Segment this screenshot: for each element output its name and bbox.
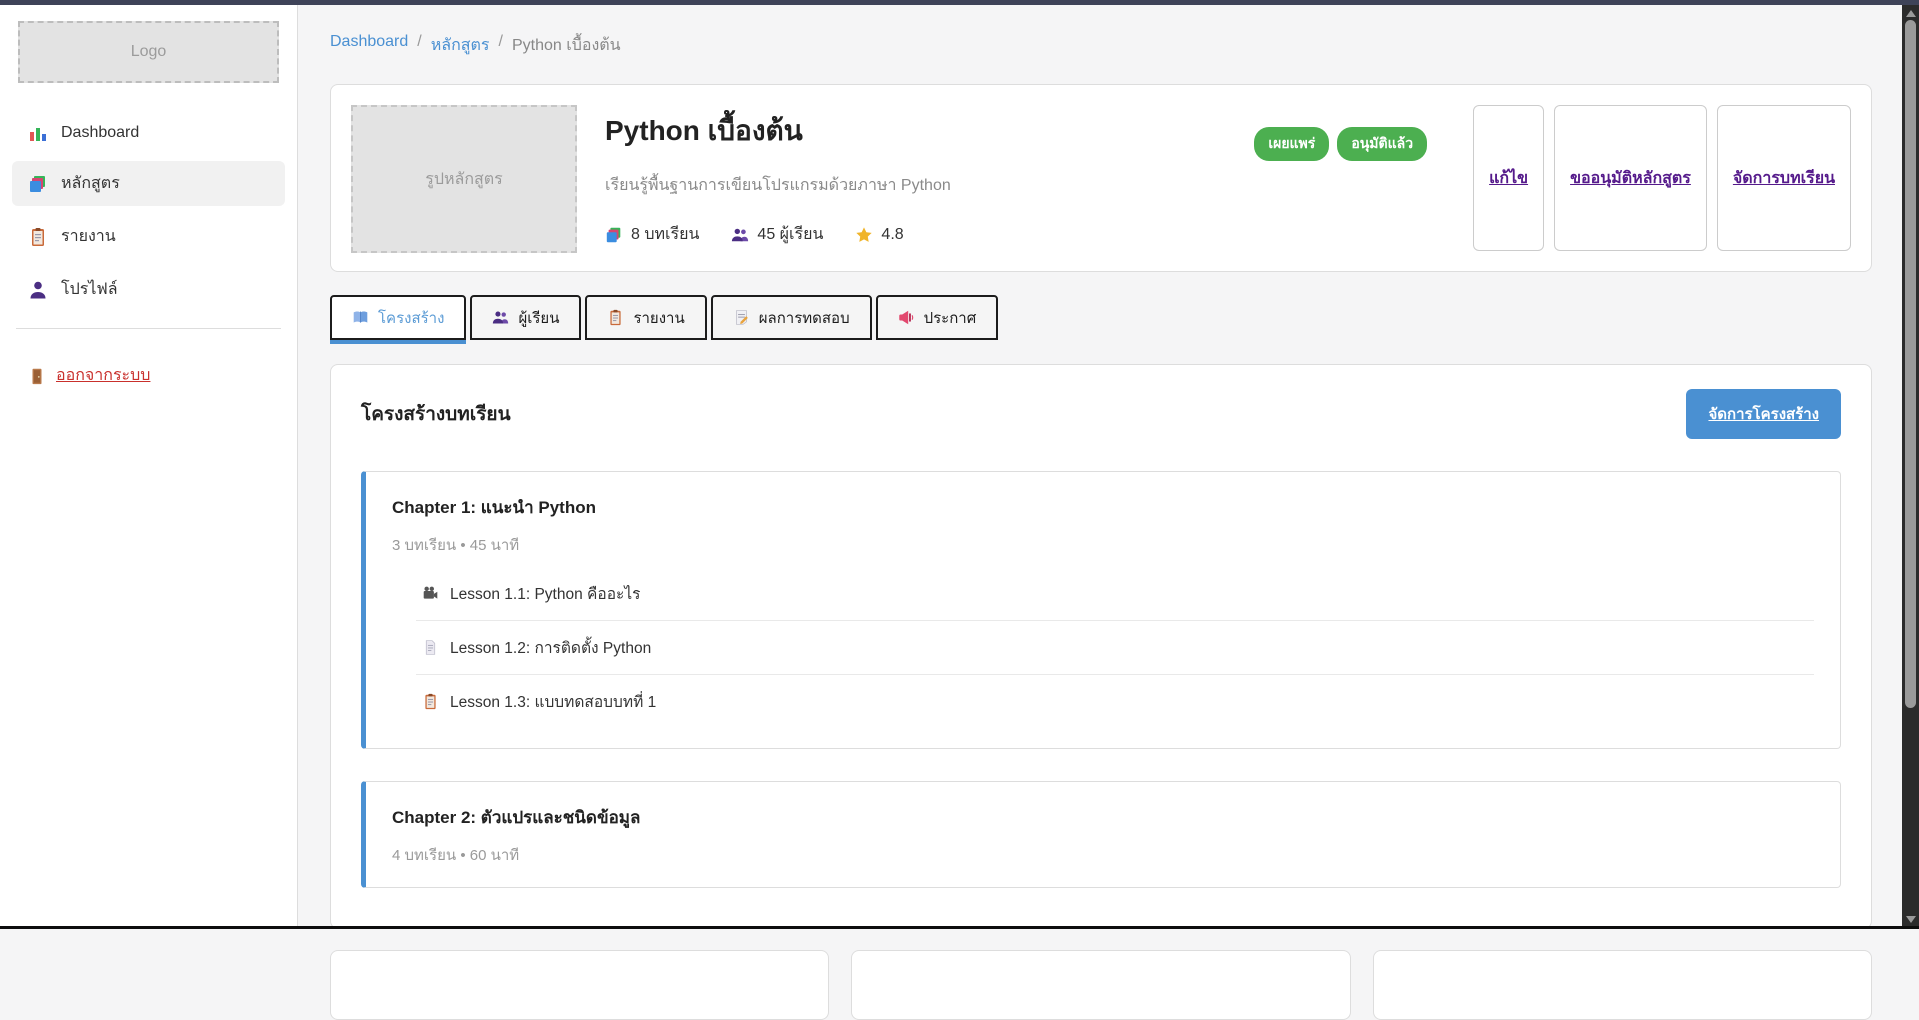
bottom-card: [330, 950, 829, 1020]
tab-test-results[interactable]: ผลการทดสอบ: [711, 295, 872, 340]
video-icon: [422, 585, 439, 602]
door-icon: [28, 367, 46, 385]
course-stat-rating: 4.8: [855, 226, 903, 244]
sidebar-item-dashboard[interactable]: Dashboard: [12, 113, 285, 153]
course-info: Python เบื้องต้น เรียนรู้พื้นฐานการเขียน…: [605, 105, 1226, 251]
sidebar-item-label: โปรไฟล์: [61, 277, 118, 302]
tab-reports[interactable]: รายงาน: [585, 295, 706, 340]
lesson-list: Lesson 1.1: Python คืออะไร Lesson 1.2: กา…: [416, 567, 1814, 728]
memo-icon: [733, 309, 750, 326]
breadcrumb-current: Python เบื้องต้น: [512, 33, 621, 58]
bottom-card-row: [330, 950, 1872, 1020]
action-box-request-approval: ขออนุมัติหลักสูตร: [1554, 105, 1707, 251]
logo-label: Logo: [131, 43, 167, 61]
lesson-title: Lesson 1.1: Python คืออะไร: [450, 581, 640, 606]
person-icon: [28, 280, 48, 300]
page-icon: [422, 639, 439, 656]
breadcrumb-separator: /: [499, 33, 503, 58]
manage-lessons-link[interactable]: จัดการบทเรียน: [1733, 166, 1835, 191]
chapter-list: Chapter 1: แนะนำ Python 3 บทเรียน • 45 นา…: [361, 471, 1841, 888]
clipboard-icon: [28, 227, 48, 247]
sidebar-item-reports[interactable]: รายงาน: [12, 214, 285, 259]
logo: Logo: [18, 21, 279, 83]
sidebar-item-profile[interactable]: โปรไฟล์: [12, 267, 285, 312]
course-tabs: โครงสร้าง ผู้เรียน รายงาน ผลการทดสอบ ประกาศ: [330, 295, 1872, 340]
star-icon: [855, 226, 873, 244]
request-approval-link[interactable]: ขออนุมัติหลักสูตร: [1570, 166, 1691, 191]
tab-label: ผู้เรียน: [518, 306, 559, 330]
chapter-meta: 4 บทเรียน • 60 นาที: [392, 843, 1814, 867]
scroll-down-arrow-icon[interactable]: [1906, 916, 1916, 923]
tab-label: ประกาศ: [924, 306, 977, 330]
sidebar-item-label: หลักสูตร: [61, 171, 120, 196]
status-badge-published: เผยแพร่: [1254, 127, 1329, 161]
course-stat-students: 45 ผู้เรียน: [731, 222, 823, 247]
tab-label: ผลการทดสอบ: [759, 306, 850, 330]
course-header-card: รูปหลักสูตร Python เบื้องต้น เรียนรู้พื้…: [330, 84, 1872, 272]
sidebar-divider: [16, 328, 281, 329]
chapter-title: Chapter 2: ตัวแปรและชนิดข้อมูล: [392, 804, 1814, 831]
manage-structure-button[interactable]: จัดการโครงสร้าง: [1686, 389, 1841, 439]
course-image-placeholder: รูปหลักสูตร: [351, 105, 577, 253]
lesson-title: Lesson 1.2: การติดตั้ง Python: [450, 635, 651, 660]
sidebar-item-label: Dashboard: [61, 124, 139, 142]
action-box-edit: แก้ไข: [1473, 105, 1544, 251]
course-title: Python เบื้องต้น: [605, 109, 1226, 153]
course-action-boxes: แก้ไข ขออนุมัติหลักสูตร จัดการบทเรียน: [1473, 105, 1851, 251]
chapter-meta: 3 บทเรียน • 45 นาที: [392, 533, 1814, 557]
app-layout: Logo Dashboardหลักสูตรรายงานโปรไฟล์ ออกจ…: [0, 5, 1919, 929]
books-icon: [605, 226, 623, 244]
bottom-card: [851, 950, 1350, 1020]
bottom-card: [1373, 950, 1872, 1020]
tab-structure[interactable]: โครงสร้าง: [330, 295, 466, 340]
course-image-label: รูปหลักสูตร: [425, 167, 503, 192]
books-icon: [28, 174, 48, 194]
breadcrumb-link[interactable]: หลักสูตร: [431, 33, 490, 58]
users-icon: [492, 309, 509, 326]
chapter-card: Chapter 2: ตัวแปรและชนิดข้อมูล 4 บทเรียน …: [361, 781, 1841, 888]
open-book-icon: [352, 309, 369, 326]
course-stat-lessons: 8 บทเรียน: [605, 222, 699, 247]
sidebar-nav: Dashboard หลักสูตรรายงานโปรไฟล์: [0, 113, 297, 312]
sidebar-item-courses[interactable]: หลักสูตร: [12, 161, 285, 206]
course-stats: 8 บทเรียน 45 ผู้เรียน 4.8: [605, 222, 1226, 247]
stat-label: 8 บทเรียน: [631, 222, 699, 247]
scrollbar-thumb[interactable]: [1905, 20, 1916, 708]
megaphone-icon: [898, 309, 915, 326]
bar-chart-icon: [28, 123, 48, 143]
action-box-manage-lessons: จัดการบทเรียน: [1717, 105, 1851, 251]
edit-link[interactable]: แก้ไข: [1489, 166, 1528, 191]
sidebar-item-label: รายงาน: [61, 224, 116, 249]
users-icon: [731, 226, 749, 244]
tab-students[interactable]: ผู้เรียน: [470, 295, 581, 340]
structure-header: โครงสร้างบทเรียน จัดการโครงสร้าง: [361, 389, 1841, 439]
logout-link[interactable]: ออกจากระบบ: [0, 357, 297, 394]
structure-section-card: โครงสร้างบทเรียน จัดการโครงสร้าง Chapter…: [330, 364, 1872, 929]
main-content: Dashboard / หลักสูตร / Python เบื้องต้น รูปห…: [298, 5, 1919, 929]
scrollbar-track[interactable]: [1902, 5, 1919, 929]
breadcrumb: Dashboard / หลักสูตร / Python เบื้องต้น: [330, 33, 1872, 58]
stat-label: 45 ผู้เรียน: [757, 222, 823, 247]
tab-label: โครงสร้าง: [378, 306, 444, 330]
status-badge-approved: อนุมัติแล้ว: [1337, 127, 1427, 161]
lesson-item[interactable]: Lesson 1.1: Python คืออะไร: [416, 567, 1814, 621]
breadcrumb-separator: /: [417, 33, 421, 58]
scroll-up-arrow-icon[interactable]: [1906, 10, 1916, 17]
lesson-item[interactable]: Lesson 1.3: แบบทดสอบบทที่ 1: [416, 675, 1814, 728]
course-description: เรียนรู้พื้นฐานการเขียนโปรแกรมด้วยภาษา P…: [605, 173, 1226, 198]
tab-announcements[interactable]: ประกาศ: [876, 295, 999, 340]
chapter-card: Chapter 1: แนะนำ Python 3 บทเรียน • 45 นา…: [361, 471, 1841, 749]
status-badges: เผยแพร่อนุมัติแล้ว: [1254, 127, 1427, 161]
sidebar: Logo Dashboard หลักสูตรรายงานโปรไฟล์ ออกจ…: [0, 5, 298, 929]
chapter-title: Chapter 1: แนะนำ Python: [392, 494, 1814, 521]
lesson-title: Lesson 1.3: แบบทดสอบบทที่ 1: [450, 689, 656, 714]
lesson-item[interactable]: Lesson 1.2: การติดตั้ง Python: [416, 621, 1814, 675]
structure-heading: โครงสร้างบทเรียน: [361, 399, 511, 429]
stat-label: 4.8: [881, 226, 903, 244]
logout-label: ออกจากระบบ: [56, 363, 150, 388]
clipboard-icon: [422, 693, 439, 710]
breadcrumb-link[interactable]: Dashboard: [330, 33, 408, 58]
clipboard-icon: [607, 309, 624, 326]
tab-label: รายงาน: [633, 306, 684, 330]
